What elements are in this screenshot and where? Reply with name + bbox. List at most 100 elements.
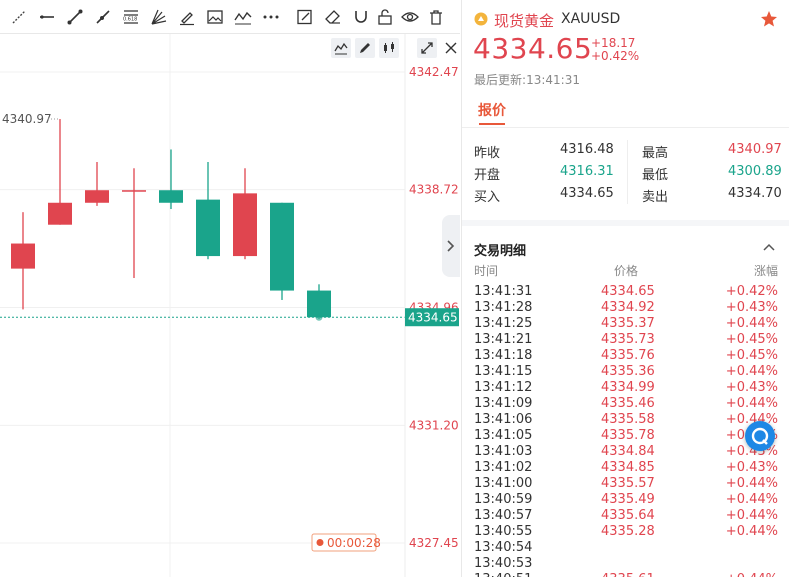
table-row: 13:41:15 4335.36 +0.44% [462, 364, 789, 380]
price-axis-label: 4331.20 [409, 418, 459, 432]
table-row: 13:40:51 4335.61 +0.44% [462, 572, 789, 577]
price-axis-label: 4338.72 [409, 183, 459, 197]
quote-column-divider [627, 140, 628, 204]
trade-price: 4335.73 [601, 332, 655, 347]
price-change-pct: +0.42% [591, 49, 640, 63]
trade-time: 13:40:54 [474, 540, 533, 555]
trade-price: 4335.61 [601, 572, 655, 577]
open-value: 4316.31 [560, 164, 614, 179]
fan-icon[interactable] [150, 8, 168, 26]
chart-area[interactable]: 4342.47 4338.72 4334.96 4331.20 4327.45 4334.… [0, 34, 460, 577]
trade-change: +0.44% [725, 364, 778, 379]
trade-price: 4335.37 [601, 316, 655, 331]
gold-coin-icon [474, 12, 488, 26]
candle[interactable] [48, 119, 72, 225]
trade-time: 13:41:12 [474, 380, 533, 395]
eye-icon[interactable] [401, 8, 419, 26]
trade-time: 13:40:59 [474, 492, 533, 507]
segment-icon[interactable] [66, 8, 84, 26]
candle-body [85, 190, 109, 203]
fibonacci-icon[interactable]: 0.618 [122, 8, 140, 26]
float-action-button[interactable] [745, 421, 775, 451]
horizontal-line-icon[interactable] [38, 8, 56, 26]
trade-time: 13:41:03 [474, 444, 533, 459]
table-row: 13:40:55 4335.28 +0.44% [462, 524, 789, 540]
candle[interactable] [233, 168, 257, 260]
note-icon[interactable] [296, 8, 314, 26]
fullscreen-icon[interactable] [417, 38, 437, 58]
eraser-icon[interactable] [324, 8, 342, 26]
candlestick-chart[interactable]: 4342.474338.724334.964331.204327.454334.… [0, 34, 460, 577]
trade-change: +0.42% [725, 284, 778, 299]
trash-icon[interactable] [427, 8, 445, 26]
trade-change: +0.44% [725, 492, 778, 507]
col-time: 时间 [474, 264, 499, 278]
table-row: 13:41:09 4335.46 +0.44% [462, 396, 789, 412]
trend-line-icon[interactable] [10, 8, 28, 26]
trade-price: 4335.49 [601, 492, 655, 507]
chevron-up-icon[interactable] [762, 242, 776, 252]
sell-value: 4334.70 [728, 186, 782, 201]
candle[interactable] [270, 202, 294, 300]
chat-icon [751, 427, 769, 445]
panel-toggle[interactable] [442, 215, 460, 277]
trade-time: 13:41:02 [474, 460, 533, 475]
table-row: 13:41:21 4335.73 +0.45% [462, 332, 789, 348]
trade-time: 13:40:53 [474, 556, 533, 571]
close-icon[interactable] [441, 38, 461, 58]
candle[interactable] [85, 161, 109, 206]
candle[interactable] [159, 149, 183, 210]
divider [462, 127, 789, 128]
trade-price: 4334.92 [601, 300, 655, 315]
trade-price: 4335.58 [601, 412, 655, 427]
candle[interactable] [122, 168, 146, 279]
quote-panel: 现货黄金 XAUUSD 4334.65 +18.17 +0.42% 最后更新:1… [461, 0, 789, 577]
table-row: 13:40:57 4335.64 +0.44% [462, 508, 789, 524]
open-label: 开盘 [474, 168, 501, 183]
table-row: 13:41:28 4334.92 +0.43% [462, 300, 789, 316]
more-icon[interactable] [262, 8, 280, 26]
table-row: 13:41:31 4334.65 +0.42% [462, 284, 789, 300]
low-value: 4300.89 [728, 164, 782, 179]
trade-time: 13:40:57 [474, 508, 533, 523]
chevron-right-icon [447, 240, 455, 252]
star-icon[interactable] [760, 10, 778, 28]
image-icon[interactable] [206, 8, 224, 26]
candle-type-icon[interactable] [379, 38, 399, 58]
prev-close-value: 4316.48 [560, 142, 614, 157]
trade-price: 4334.99 [601, 380, 655, 395]
instrument-name: 现货黄金 [494, 12, 555, 30]
trade-time: 13:41:18 [474, 348, 533, 363]
ray-icon[interactable] [94, 8, 112, 26]
trade-change: +0.44% [725, 316, 778, 331]
candle[interactable] [11, 212, 35, 310]
draw-pen-icon[interactable] [355, 38, 375, 58]
trade-change: +0.44% [725, 524, 778, 539]
table-row: 13:41:054335.78+0.45% [462, 428, 789, 444]
indicator-icon[interactable] [331, 38, 351, 58]
trade-time: 13:40:51 [474, 572, 532, 577]
magnet-icon[interactable] [352, 8, 370, 26]
table-row: 13:41:02 4334.85 +0.43% [462, 460, 789, 476]
candle-body [122, 190, 146, 192]
trade-change: +0.43% [725, 460, 778, 475]
price-axis-label: 4327.45 [409, 536, 459, 550]
chart-tools [331, 38, 461, 60]
tab-quote[interactable]: 报价 [478, 100, 506, 120]
buy-value: 4334.65 [560, 186, 614, 201]
candle[interactable] [307, 284, 331, 319]
current-price: 4334.65 [473, 32, 593, 65]
candle[interactable] [196, 161, 220, 260]
candle-body [11, 243, 35, 269]
brush-icon[interactable] [178, 8, 196, 26]
table-row: 13:41:03 4334.84 +0.43% [462, 444, 789, 460]
high-label: 最高 [642, 146, 669, 161]
lock-icon[interactable] [376, 8, 394, 26]
trade-price: 4335.46 [601, 396, 655, 411]
instrument-symbol: XAUUSD [561, 11, 621, 27]
table-row: 13:40:53 [462, 556, 789, 572]
clock-icon [316, 539, 324, 546]
trade-change: +0.44% [725, 508, 778, 523]
trade-change: +0.45% [725, 348, 778, 363]
wave-icon[interactable] [234, 8, 252, 26]
